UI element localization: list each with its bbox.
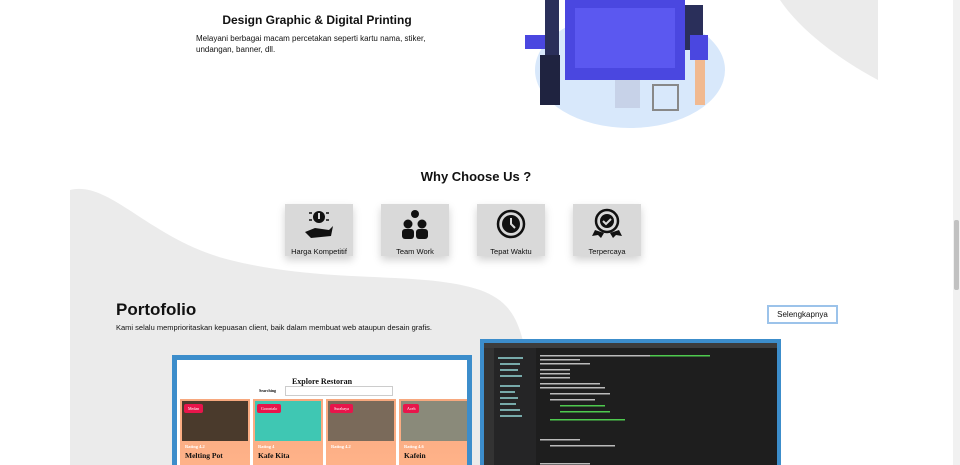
badge-check-icon: [592, 208, 622, 238]
hero-illustration: [525, 0, 725, 128]
feature-label: Team Work: [396, 247, 434, 256]
restaurant-card: Medan Rating 4.2 Melting Pot: [180, 399, 250, 465]
city-tag: Surabaya: [330, 404, 353, 413]
rating: Rating 4.2: [185, 444, 205, 449]
portfolio-title: Portofolio: [116, 300, 197, 319]
feature-label: Terpercaya: [588, 247, 626, 256]
city-tag: Gorontalo: [257, 404, 282, 413]
city-tag: Aceh: [403, 404, 420, 413]
why-choose-title: Why Choose Us ?: [420, 169, 532, 184]
search-label: Searching: [259, 388, 277, 393]
restaurant-name: Kafe Kita: [258, 451, 290, 460]
restaurant-name: Melting Pot: [185, 451, 223, 460]
project-title: Explore Restoran: [291, 377, 353, 386]
price-hand-icon: [305, 211, 333, 238]
rating: Rating 4.2: [331, 444, 351, 449]
feature-card-tepat: Tepat Waktu: [477, 204, 545, 256]
feature-label: Tepat Waktu: [490, 247, 532, 256]
portfolio-item-code-editor[interactable]: [480, 339, 781, 465]
portfolio-item-restoran[interactable]: Explore Restoran Searching Medan Rating 4…: [172, 355, 472, 465]
service-description: Melayani berbagai macam percetakan seper…: [196, 34, 426, 54]
team-icon: [402, 210, 428, 239]
see-more-button[interactable]: Selengkapnya: [767, 305, 838, 324]
restaurant-card: Gorontalo Rating 4 Kafe Kita: [253, 399, 323, 465]
search-input: [285, 386, 393, 396]
portfolio-description: Kami selalu memprioritaskan kepuasan cli…: [116, 323, 432, 332]
city-tag: Medan: [184, 404, 204, 413]
feature-card-harga: Harga Kompetitif: [285, 204, 353, 256]
feature-label: Harga Kompetitif: [291, 247, 347, 256]
service-title: Design Graphic & Digital Printing: [222, 13, 412, 27]
clock-icon: [496, 209, 526, 239]
code-editor-screenshot: [484, 343, 777, 465]
rating: Rating 4.6: [404, 444, 424, 449]
feature-card-team: Team Work: [381, 204, 449, 256]
rating: Rating 4: [258, 444, 275, 449]
restaurant-card: Aceh Rating 4.6 Kafein: [399, 399, 467, 465]
restaurant-name: Kafein: [404, 451, 426, 460]
feature-card-terpercaya: Terpercaya: [573, 204, 641, 256]
scrollbar-thumb[interactable]: [954, 220, 959, 290]
restaurant-card: Surabaya Rating 4.2: [326, 399, 396, 465]
